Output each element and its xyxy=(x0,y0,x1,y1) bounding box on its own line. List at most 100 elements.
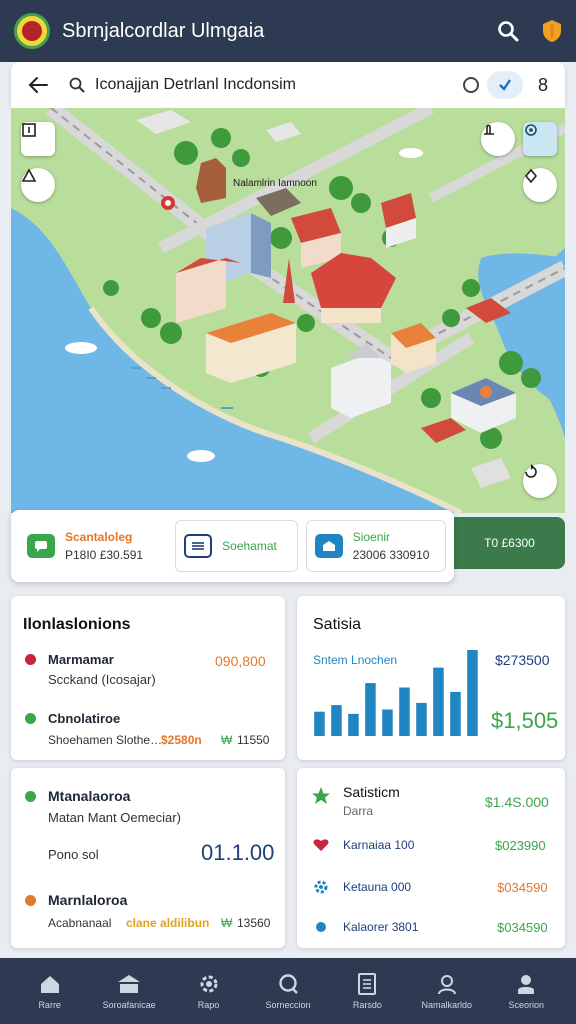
summary-item-2-title: Soehamat xyxy=(222,539,277,553)
chart-bar xyxy=(382,709,393,736)
summary-item-2[interactable]: Soehamat xyxy=(175,520,298,572)
chart-top-value: $273500 xyxy=(495,652,550,668)
hand-icon[interactable] xyxy=(481,122,515,156)
locations-card-title: Ilonlaslonions xyxy=(23,616,131,633)
list-item[interactable]: Cbnolatiroe xyxy=(25,711,120,726)
home-icon xyxy=(40,975,59,993)
list-item-sub: Shoehamen Slothe… xyxy=(48,733,163,747)
building-icon xyxy=(314,534,343,558)
nav-label: Namalkarldo xyxy=(421,999,473,1010)
status-dot xyxy=(25,654,36,665)
summary-item-1[interactable]: Scantaloleg P18I0 £30.591 xyxy=(19,520,167,572)
list-item-amount: 13560 xyxy=(237,916,271,930)
shield-icon[interactable] xyxy=(542,19,562,43)
search-input[interactable]: Iconajjan Detrlanl Incdonsim xyxy=(95,76,463,94)
summary-green-badge[interactable]: T0 £6300 xyxy=(454,517,565,569)
chart-bar xyxy=(348,713,359,736)
user-pin-icon xyxy=(518,974,535,994)
list-item-sub: Scckand (Icosajar) xyxy=(48,672,156,687)
statistics-list-total: $1.4S.000 xyxy=(485,794,549,810)
gear-icon xyxy=(313,879,329,900)
list-item-sub: Matan Mant Oemeciar) xyxy=(48,810,181,825)
chart-bar xyxy=(467,650,478,736)
search-icon[interactable] xyxy=(492,15,524,47)
search-bar: Iconajjan Detrlanl Incdonsim 8 xyxy=(11,62,565,108)
status-dot xyxy=(25,894,36,906)
list-item-amount: $034590 xyxy=(497,920,548,935)
app-logo xyxy=(14,13,50,49)
back-arrow-icon[interactable] xyxy=(25,72,51,98)
layers-icon[interactable] xyxy=(21,122,55,156)
list-item[interactable]: Marmamar xyxy=(25,652,114,667)
statistics-list-card: Satisticm Darra $1.4S.000 Karnaiaa 100 $… xyxy=(297,768,565,948)
bar-chart xyxy=(314,650,478,736)
chart-bar xyxy=(433,667,444,736)
heart-icon xyxy=(313,838,329,857)
nav-item-search[interactable]: Sorneccion xyxy=(254,973,322,1010)
summary-strip: Scantaloleg P18I0 £30.591 Soehamat Sioen… xyxy=(11,510,454,582)
nav-label: Sceorion xyxy=(508,999,544,1010)
list-item[interactable]: Mtanalaoroa xyxy=(25,788,130,804)
currency-badge-icon: ₩ xyxy=(221,916,233,930)
list-item-label[interactable]: Ketauna 000 xyxy=(343,880,411,894)
statistics-list-subtitle: Darra xyxy=(343,804,374,818)
summary-item-3[interactable]: Sioenir 23006 330910 xyxy=(305,520,446,572)
status-dot xyxy=(25,713,36,724)
radio-circle-icon[interactable] xyxy=(463,77,479,93)
nav-item-profile[interactable]: Sceorion xyxy=(492,973,560,1010)
chart-bar xyxy=(331,705,342,736)
currency-badge-icon: ₩ xyxy=(221,733,233,747)
nav-label: Rarsdo xyxy=(352,999,382,1010)
nav-item-records[interactable]: Rarsdo xyxy=(333,972,401,1010)
list-item-label[interactable]: Karnaiaa 100 xyxy=(343,838,414,852)
nav-label: Sorneccion xyxy=(265,999,311,1010)
chart-bar xyxy=(416,702,427,736)
nav-item-home[interactable]: Rarre xyxy=(16,973,84,1010)
nav-label: Rarre xyxy=(38,999,61,1010)
recycle-icon[interactable] xyxy=(21,168,55,202)
list-item-label: Cbnolatiroe xyxy=(48,711,121,726)
details-card: Mtanalaoroa Matan Mant Oemeciar) Pono so… xyxy=(11,768,285,948)
summary-green-value: T0 £6300 xyxy=(484,536,535,550)
chart-bar xyxy=(365,683,376,736)
rotate-icon[interactable] xyxy=(523,464,557,498)
chart-big-value: $1,505 xyxy=(491,708,559,733)
nav-label: Soroafanicae xyxy=(102,999,156,1010)
app-title: Sbrnjalcordlar Ulmgaia xyxy=(62,19,265,42)
chart-bar xyxy=(450,691,461,736)
result-count: 8 xyxy=(537,74,548,95)
nav-item-people[interactable]: Namalkarldo xyxy=(413,973,481,1010)
nav-label: Rapo xyxy=(197,999,220,1010)
list-item-label[interactable]: Kalaorer 3801 xyxy=(343,920,418,934)
top-app-bar: Sbrnjalcordlar Ulmgaia xyxy=(0,0,576,62)
dot-icon xyxy=(316,922,326,932)
status-dot xyxy=(25,790,36,802)
list-item-amount: $023990 xyxy=(495,838,546,853)
chart-bar xyxy=(314,711,325,736)
nav-item-landmark[interactable]: Soroafanicae xyxy=(95,973,163,1010)
list-item[interactable]: Marnlaloroa xyxy=(25,892,127,908)
chart-bar xyxy=(399,687,410,736)
map-place-label: Nalamlrin Iamnoon xyxy=(233,178,317,189)
statistics-card: Satisia Sntem Lnochen $273500 $1,505 xyxy=(297,596,565,760)
summary-item-1-title: Scantaloleg xyxy=(65,530,133,544)
landmark-icon xyxy=(118,974,141,993)
statistics-card-title: Satisia xyxy=(313,616,362,633)
list-item-label: Marnlaloroa xyxy=(48,892,128,908)
locate-icon[interactable] xyxy=(523,122,557,156)
document-icon xyxy=(184,534,213,558)
summary-item-1-value: P18I0 £30.591 xyxy=(65,548,144,562)
search-icon xyxy=(69,75,89,95)
compass-icon[interactable] xyxy=(523,168,557,202)
summary-item-3-title: Sioenir xyxy=(352,530,391,544)
list-item-label: Marmamar xyxy=(48,652,114,667)
map-view[interactable]: Nalamlrin Iamnoon xyxy=(11,108,565,513)
list-item-note: Pono sol xyxy=(48,847,99,862)
list-item-amount: 01.1.00 xyxy=(201,840,275,865)
star-icon xyxy=(311,786,331,811)
list-item-amount: 11550 xyxy=(237,733,270,747)
check-icon[interactable] xyxy=(487,71,523,99)
chat-icon xyxy=(27,534,55,558)
statistics-list-title: Satisticm xyxy=(343,784,400,800)
nav-item-map[interactable]: Rapo xyxy=(175,973,243,1010)
